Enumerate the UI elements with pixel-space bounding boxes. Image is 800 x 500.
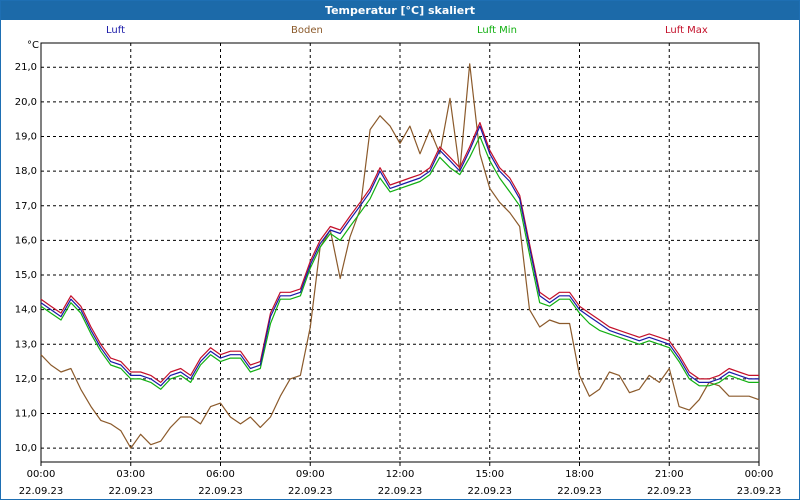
y-tick-label: 16,0: [15, 235, 37, 246]
x-tick-date: 22.09.23: [647, 486, 692, 497]
x-tick-time: 06:00: [206, 469, 235, 480]
chart-window: Temperatur [°C] skaliert Luft Boden Luft…: [0, 0, 800, 500]
y-tick-label: 14,0: [15, 305, 37, 316]
x-tick-time: 21:00: [655, 469, 684, 480]
y-tick-label: 17,0: [15, 201, 37, 212]
y-tick-label: 21,0: [15, 62, 37, 73]
y-tick-label: 15,0: [15, 270, 37, 281]
x-tick-time: 15:00: [475, 469, 504, 480]
x-tick-time: 03:00: [116, 469, 145, 480]
x-tick-date: 22.09.23: [378, 486, 423, 497]
x-tick-time: 00:00: [745, 469, 774, 480]
plot-area: 10,0 11,0 12,0 13,0 14,0 15,0 16,0 17,0 18,0 19,0…: [15, 40, 782, 497]
x-tick-date: 22.09.23: [288, 486, 333, 497]
y-axis-label: °C: [27, 40, 39, 51]
x-tick-date: 22.09.23: [467, 486, 512, 497]
x-tick-date: 23.09.23: [737, 486, 782, 497]
y-tick-label: 12,0: [15, 374, 37, 385]
x-tick-date: 22.09.23: [198, 486, 243, 497]
x-tick-time: 18:00: [565, 469, 594, 480]
x-tick-time: 00:00: [27, 469, 56, 480]
x-tick-time: 12:00: [386, 469, 415, 480]
x-tick-time: 09:00: [296, 469, 325, 480]
y-tick-label: 11,0: [15, 409, 37, 420]
y-tick-label: 19,0: [15, 131, 37, 142]
y-tick-label: 13,0: [15, 339, 37, 350]
x-tick-date: 22.09.23: [557, 486, 602, 497]
x-tick-date: 22.09.23: [19, 486, 64, 497]
y-tick-label: 10,0: [15, 443, 37, 454]
y-tick-label: 20,0: [15, 97, 37, 108]
y-tick-label: 18,0: [15, 166, 37, 177]
x-tick-date: 22.09.23: [108, 486, 153, 497]
